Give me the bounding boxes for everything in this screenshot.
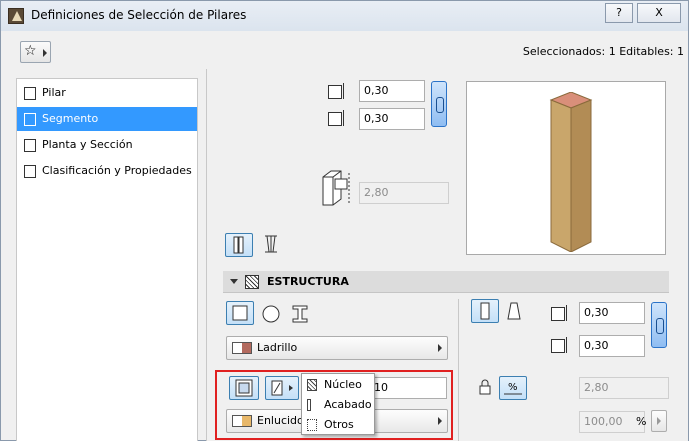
properties-icon [24,165,36,178]
sidebar-item-label: Segmento [42,112,99,125]
structure-section-header[interactable]: ESTRUCTURA [223,271,669,293]
i-beam-icon [292,305,308,323]
rectangle-icon [232,305,248,321]
column-icon [24,87,36,100]
sidebar-item-pilar[interactable]: Pilar [17,81,197,105]
percent-menu-button[interactable] [651,410,667,432]
finish-icon [307,399,311,411]
straight-section-toggle[interactable] [471,299,499,323]
width-input[interactable]: 0,30 [359,80,425,102]
menu-item-label: Núcleo [324,378,362,391]
material-swatch-icon [232,342,252,354]
sidebar-item-planta-seccion[interactable]: Planta y Sección [17,133,197,157]
building-material-dropdown[interactable]: Ladrillo [226,336,448,360]
building-material-value: Ladrillo [257,341,298,354]
menu-item-label: Otros [324,418,354,431]
link-proportions-icon[interactable] [431,81,447,127]
hatch-pattern-icon [245,275,259,289]
star-icon: ☆ [24,43,37,59]
sidebar-item-clasificacion[interactable]: Clasificación y Propiedades [17,159,197,183]
tapered-column-icon [265,235,277,253]
nucleus-icon [307,379,317,391]
width-dimension-icon [549,303,571,323]
depth-dimension-icon [326,108,348,128]
rectangular-shape-button[interactable] [226,301,254,325]
profile-shape-button[interactable] [289,303,311,325]
menu-item-label: Acabado [324,398,372,411]
straight-segment-icon [480,302,490,320]
height-column-icon [322,170,350,206]
sidebar-item-label: Pilar [42,86,66,99]
column-3d-preview-icon [549,92,593,252]
chevron-right-icon [438,344,442,352]
tapered-column-toggle[interactable] [259,233,283,257]
circle-icon [262,305,280,323]
percent-toggle-button[interactable]: % [499,376,527,400]
close-button[interactable]: X [637,3,681,23]
depth-input[interactable]: 0,30 [359,108,425,130]
sidebar-item-segmento[interactable]: Segmento [17,107,197,131]
segment-width-input[interactable]: 0,30 [579,302,645,324]
sidebar-item-label: Clasificación y Propiedades [42,164,192,177]
chevron-right-icon [43,49,47,57]
straight-column-toggle[interactable] [225,233,253,257]
archicad-app-icon [8,8,24,24]
vertical-divider [458,299,459,441]
depth-dimension-icon [549,335,571,355]
dialog-window: Definiciones de Selección de Pilares ? X… [0,0,689,441]
link-proportions-icon[interactable] [651,302,667,348]
percent-unit-label: % [636,415,647,428]
window-title: Definiciones de Selección de Pilares [31,8,247,22]
tapered-segment-icon [507,302,521,320]
title-bar: Definiciones de Selección de Pilares ? X [1,1,688,31]
segment-depth-input[interactable]: 0,30 [579,335,645,357]
collapse-triangle-icon [230,279,238,284]
sidebar-item-label: Planta y Sección [42,138,133,151]
favorites-button[interactable]: ☆ [20,41,51,63]
3d-preview [466,81,666,255]
menu-item-otros[interactable]: Otros [302,415,374,435]
floorplan-icon [24,139,36,152]
width-dimension-icon [326,81,348,101]
segment-icon [24,113,36,126]
angle-input[interactable]: 2,80 [579,377,669,399]
settings-nav-panel: Pilar Segmento Planta y Sección Clasific… [16,78,198,441]
section-title: ESTRUCTURA [267,275,349,288]
selection-info: Seleccionados: 1 Editables: 1 [522,45,684,58]
svg-text:%: % [508,382,518,393]
lock-icon[interactable] [476,378,494,396]
percent-icon: % [504,382,522,395]
menu-item-nucleo[interactable]: Núcleo [302,375,374,395]
tapered-section-toggle[interactable] [504,300,524,324]
menu-item-acabado[interactable]: Acabado [302,395,374,415]
circular-shape-button[interactable] [260,303,282,325]
height-input[interactable]: 2,80 [359,182,449,204]
help-button[interactable]: ? [605,3,633,23]
straight-column-icon [233,236,244,254]
other-icon [307,419,317,431]
chevron-right-icon [657,417,661,425]
component-type-menu: Núcleo Acabado Otros [301,373,375,435]
